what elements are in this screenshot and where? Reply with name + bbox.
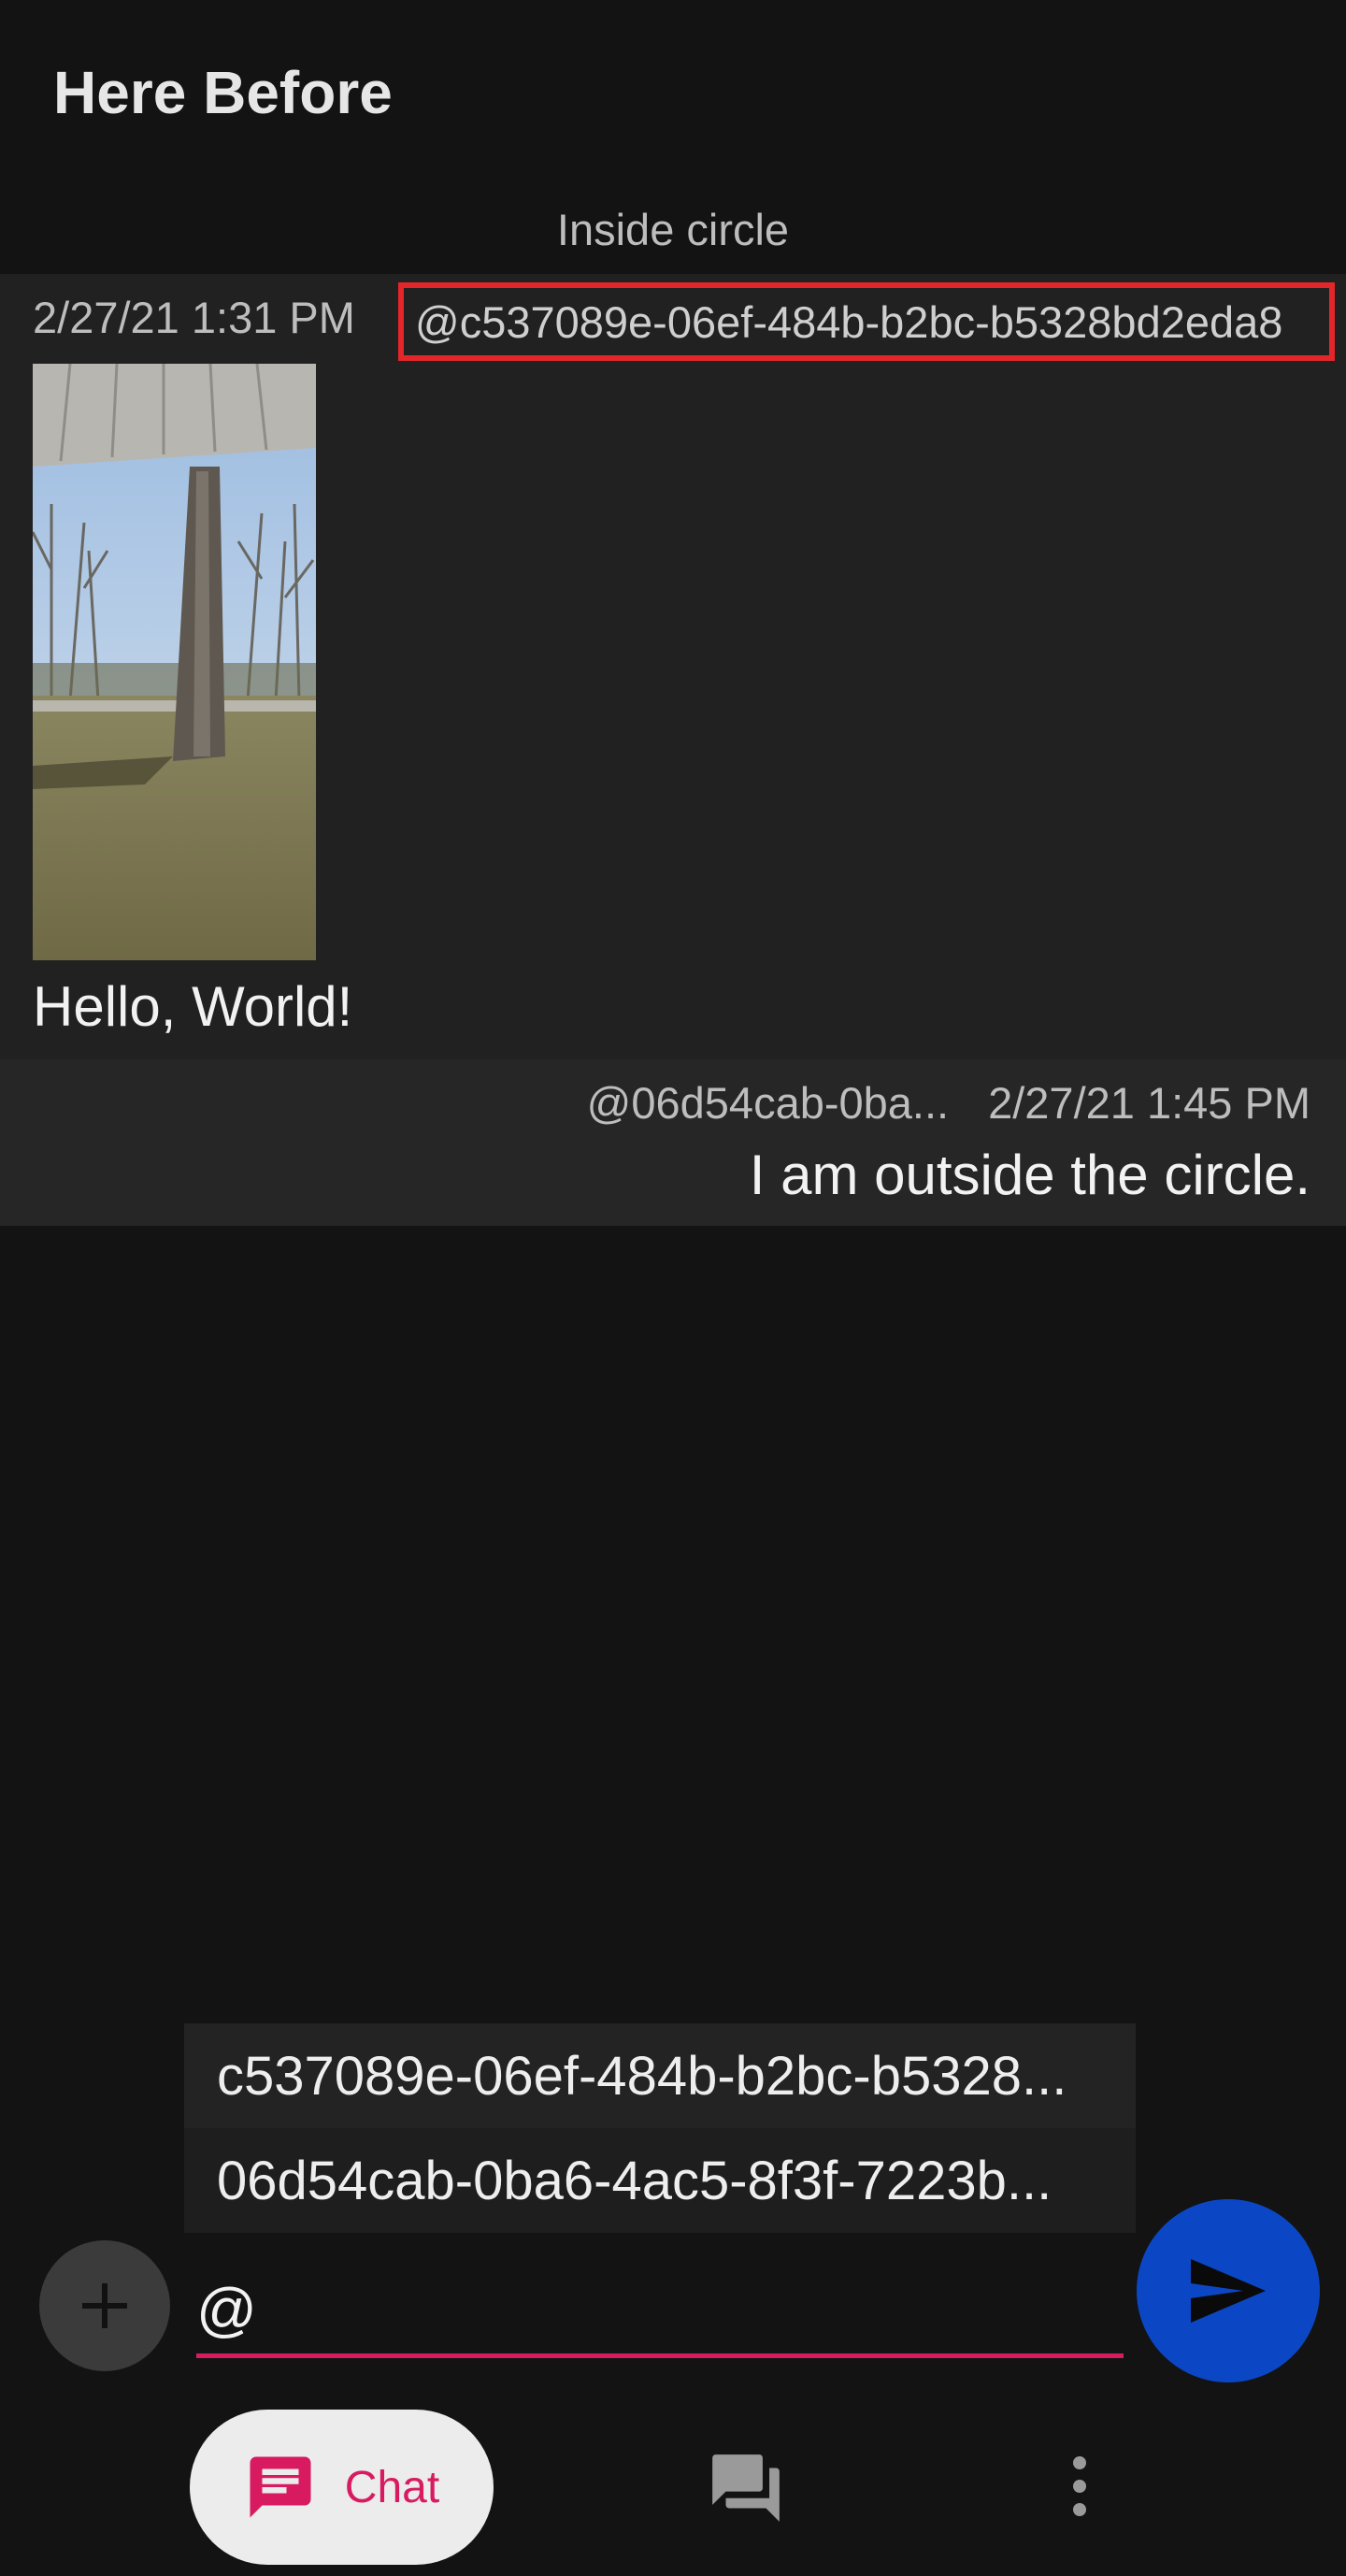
nav-tab-chat-label: Chat [344, 2462, 440, 2512]
message-input[interactable] [196, 2261, 1124, 2358]
section-label: Inside circle [556, 205, 790, 254]
message-text: Hello, World! [33, 975, 353, 1038]
send-icon [1191, 2259, 1266, 2323]
more-vert-icon[interactable] [1066, 2454, 1094, 2519]
mention-suggestions: c537089e-06ef-484b-b2bc-b5328... 06d54ca… [184, 2023, 1136, 2233]
app-title: Here Before [53, 59, 393, 126]
mention-suggestion-item[interactable]: 06d54cab-0ba6-4ac5-8f3f-7223b... [184, 2128, 1136, 2233]
message-timestamp: 2/27/21 1:31 PM [33, 293, 355, 342]
message-meta: @06d54cab-0ba... 2/27/21 1:45 PM [587, 1077, 1310, 1129]
plus-icon [82, 2283, 127, 2328]
chat-icon [250, 2456, 311, 2518]
message-timestamp: 2/27/21 1:45 PM [988, 1078, 1310, 1128]
message-author[interactable]: @06d54cab-0ba... [587, 1078, 949, 1128]
nav-tab-chat[interactable]: Chat [190, 2410, 494, 2565]
input-underline [196, 2353, 1124, 2358]
message-author-highlighted[interactable]: @c537089e-06ef-484b-b2bc-b5328bd2eda8 [398, 282, 1335, 361]
mention-suggestion-item[interactable]: c537089e-06ef-484b-b2bc-b5328... [184, 2023, 1136, 2128]
send-button[interactable] [1137, 2199, 1320, 2382]
add-attachment-button[interactable] [39, 2240, 170, 2371]
forum-icon[interactable] [706, 2448, 786, 2528]
message-text: I am outside the circle. [749, 1144, 1310, 1206]
message-image[interactable] [33, 364, 316, 960]
